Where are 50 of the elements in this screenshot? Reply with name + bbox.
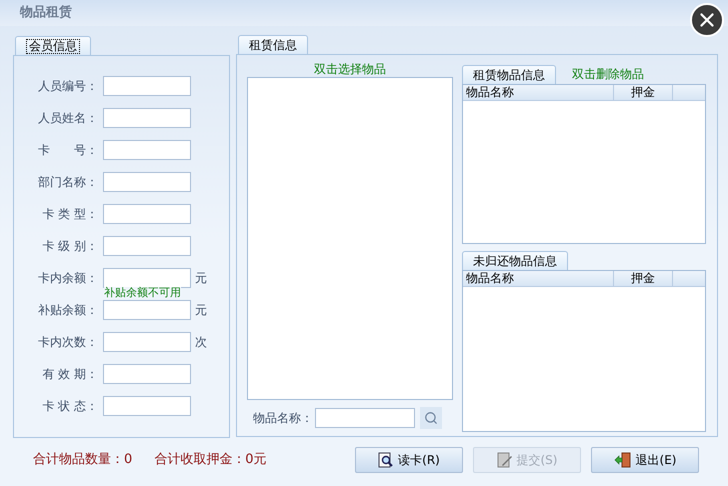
input-field[interactable]: [103, 140, 191, 160]
search-icon: [424, 411, 438, 425]
hint-text: 双击选择物品: [313, 61, 387, 77]
input-field[interactable]: [103, 76, 191, 96]
note-text: 补贴余额不可用: [104, 287, 181, 299]
unit-label: 次: [195, 334, 207, 351]
field-label: 卡 状 态：: [41, 398, 98, 415]
tab[interactable]: 租赁物品信息: [462, 65, 556, 84]
input-field[interactable]: [103, 396, 191, 416]
search-field[interactable]: [315, 408, 415, 428]
total-text: 合计物品数量：0: [33, 451, 132, 470]
column-header[interactable]: 押金: [614, 271, 673, 286]
field-label: 卡 号：: [37, 142, 98, 159]
field-label: 人员姓名：: [37, 110, 98, 127]
field-label: 卡 级 别：: [41, 238, 98, 255]
input-field[interactable]: [103, 268, 191, 288]
total-text: 合计收取押金：0元: [154, 451, 267, 470]
unit-label: 元: [195, 302, 207, 319]
read-card-button[interactable]: 读卡(R): [355, 447, 463, 473]
column-header[interactable]: 物品名称: [463, 85, 614, 100]
unit-label: 元: [195, 270, 207, 287]
tab[interactable]: 租赁信息: [238, 35, 308, 54]
hint-text: 双击删除物品: [572, 66, 644, 83]
field-label: 卡 类 型：: [41, 206, 98, 223]
card-magnifier-icon: [378, 452, 394, 468]
input-field[interactable]: [103, 364, 191, 384]
item-list[interactable]: [247, 77, 453, 400]
input-field[interactable]: [103, 172, 191, 192]
input-field[interactable]: [103, 332, 191, 352]
tab[interactable]: 会员信息: [15, 36, 91, 55]
search-button[interactable]: [420, 407, 442, 429]
input-field[interactable]: [103, 236, 191, 256]
input-field[interactable]: [103, 300, 191, 320]
door-exit-icon: [614, 452, 632, 468]
window-title: 物品租赁: [20, 4, 72, 22]
column-header[interactable]: 物品名称: [463, 271, 614, 286]
field-label: 卡内次数：: [37, 334, 98, 351]
exit-button[interactable]: 退出(E): [591, 447, 699, 473]
input-field[interactable]: [103, 108, 191, 128]
field-label: 补贴余额：: [37, 302, 98, 319]
field-label: 有 效 期：: [41, 366, 98, 383]
search-label: 物品名称：: [253, 410, 313, 427]
field-label: 人员编号：: [37, 78, 98, 95]
field-label: 部门名称：: [37, 174, 98, 191]
tab[interactable]: 未归还物品信息: [462, 251, 568, 270]
input-field[interactable]: [103, 204, 191, 224]
field-label: 卡内余额：: [37, 270, 98, 287]
close-button[interactable]: [690, 3, 724, 37]
column-header[interactable]: 押金: [614, 85, 673, 100]
document-pen-icon: [496, 452, 512, 468]
